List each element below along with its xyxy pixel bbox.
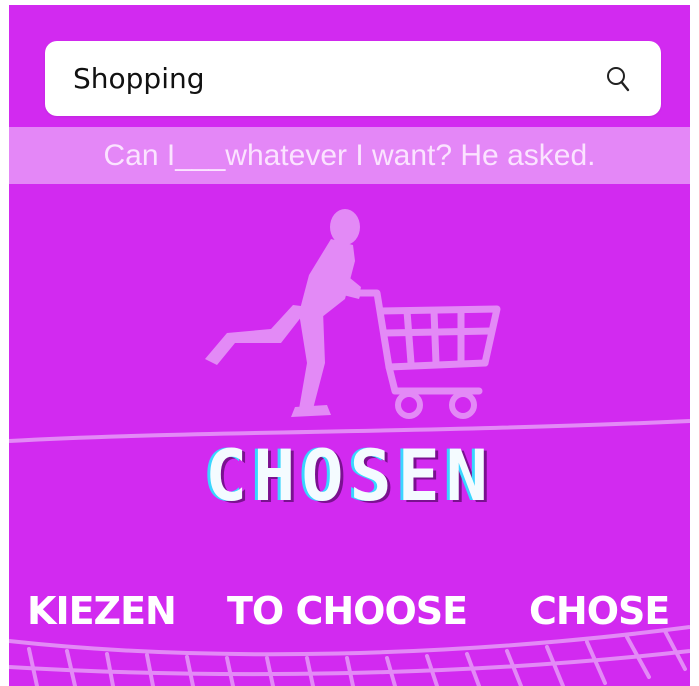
question-banner: Can I___whatever I want? He asked. xyxy=(9,127,690,184)
search-input[interactable]: Shopping xyxy=(73,41,205,116)
search-bar[interactable]: Shopping xyxy=(45,41,661,116)
verb-forms-row: KIEZEN TO CHOOSE CHOSE xyxy=(9,589,690,639)
verb-form-infinitive: TO CHOOSE xyxy=(227,589,468,633)
worksheet-card: Shopping Can I___whatever I want? He ask… xyxy=(9,5,690,686)
shopper-cart-illustration xyxy=(9,209,690,443)
cart-wheels xyxy=(395,391,477,419)
question-text: Can I___whatever I want? He asked. xyxy=(103,139,596,172)
verb-form-past: CHOSE xyxy=(529,589,670,633)
cart-icon xyxy=(347,289,501,395)
search-icon[interactable] xyxy=(605,65,631,93)
verb-form-dutch: KIEZEN xyxy=(27,589,177,633)
shopper-silhouette xyxy=(205,209,361,417)
main-verb-title: CHOSEN xyxy=(205,435,494,517)
